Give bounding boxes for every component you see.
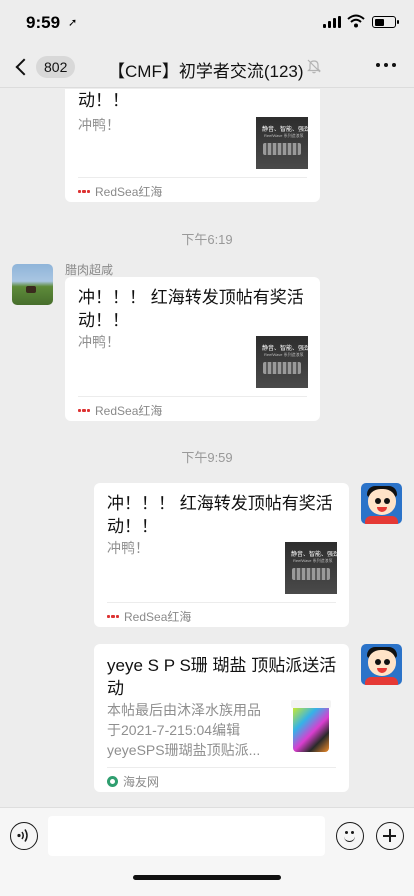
card-description: 冲鸭！: [107, 540, 149, 556]
card-thumbnail: 静音、智能、强劲 ReefWave 系列造浪泵: [256, 336, 308, 388]
redsea-logo-icon: [78, 407, 90, 414]
status-time: 9:59: [26, 13, 61, 32]
card-title: yeye S P S珊 瑚盐 顶贴派送活动: [107, 656, 337, 698]
card-title: 冲！！！ 红海转发顶帖有奖活动！！: [107, 494, 333, 536]
redsea-logo-icon: [107, 613, 119, 620]
link-card[interactable]: 冲！！！ 红海转发顶帖有奖活动！！ 冲鸭！ 静音、智能、强劲 ReefWave …: [65, 277, 320, 421]
link-card[interactable]: yeye S P S珊 瑚盐 顶贴派送活动 本帖最后由沐泽水族用品 于2021-…: [94, 644, 349, 792]
message-list[interactable]: 动！！ 冲鸭！ 静音、智能、强劲 ReefWave 系列造浪泵 RedSea红海…: [0, 89, 414, 807]
avatar[interactable]: [361, 644, 402, 685]
battery-level: [374, 18, 385, 26]
sender-name: 腊肉超咸: [65, 263, 114, 277]
timestamp: 下午6:19: [181, 232, 233, 247]
status-bar: 9:59 ➚: [0, 0, 414, 46]
source-label: RedSea红海: [95, 404, 163, 418]
emoji-icon: [345, 831, 348, 834]
link-card[interactable]: 冲！！！ 红海转发顶帖有奖活动！！ 冲鸭！ 静音、智能、强劲 ReefWave …: [94, 483, 349, 627]
input-bar: [0, 807, 414, 896]
card-description: 冲鸭！: [78, 117, 120, 133]
card-thumbnail: [291, 700, 331, 752]
redsea-logo-icon: [78, 188, 90, 195]
source-label: RedSea红海: [95, 185, 163, 199]
voice-input-button[interactable]: [10, 822, 38, 850]
message-input[interactable]: [48, 816, 325, 856]
cellular-signal-icon: [323, 16, 341, 28]
card-description: 冲鸭！: [78, 334, 120, 350]
card-divider: [78, 177, 307, 178]
link-card-partial[interactable]: 动！！ 冲鸭！ 静音、智能、强劲 ReefWave 系列造浪泵 RedSea红海: [65, 89, 320, 202]
card-source: RedSea红海: [78, 183, 162, 200]
more-options-button[interactable]: [376, 59, 396, 71]
wifi-icon: [347, 14, 365, 28]
card-title: 冲！！！ 红海转发顶帖有奖活动！！: [78, 288, 304, 330]
back-button[interactable]: 802: [10, 52, 76, 82]
card-source: RedSea红海: [107, 608, 191, 625]
card-thumbnail: 静音、智能、强劲 ReefWave 系列造浪泵: [285, 542, 337, 594]
card-thumbnail: 静音、智能、强劲 ReefWave 系列造浪泵: [256, 117, 308, 169]
home-indicator: [133, 875, 281, 880]
chat-title: 【CMF】初学者交流(123): [108, 62, 304, 81]
card-source: RedSea红海: [78, 402, 162, 419]
voice-icon: [17, 829, 28, 842]
location-arrow-icon: ➚: [68, 17, 78, 29]
more-functions-button[interactable]: [376, 822, 404, 850]
emoji-button[interactable]: [336, 822, 364, 850]
source-label: RedSea红海: [124, 610, 192, 624]
card-description: 本帖最后由沐泽水族用品 于2021-7-215:04编辑 yeyeSPS珊瑚盐顶…: [107, 702, 261, 758]
battery-icon: [372, 16, 399, 28]
card-source: 海友网: [107, 773, 159, 790]
timestamp: 下午9:59: [181, 450, 233, 465]
more-dots-icon: [376, 63, 380, 67]
haiyou-logo-icon: [107, 776, 118, 787]
card-divider: [107, 767, 336, 768]
chevron-left-icon: [15, 58, 33, 76]
chat-header: 802 【CMF】初学者交流(123): [0, 46, 414, 88]
unread-count-badge: 802: [36, 56, 76, 78]
card-divider: [107, 602, 336, 603]
source-label: 海友网: [123, 775, 160, 789]
card-title: 动！！: [78, 91, 129, 110]
avatar[interactable]: [12, 264, 53, 305]
avatar[interactable]: [361, 483, 402, 524]
card-divider: [78, 396, 307, 397]
bell-slash-icon: [307, 59, 321, 74]
